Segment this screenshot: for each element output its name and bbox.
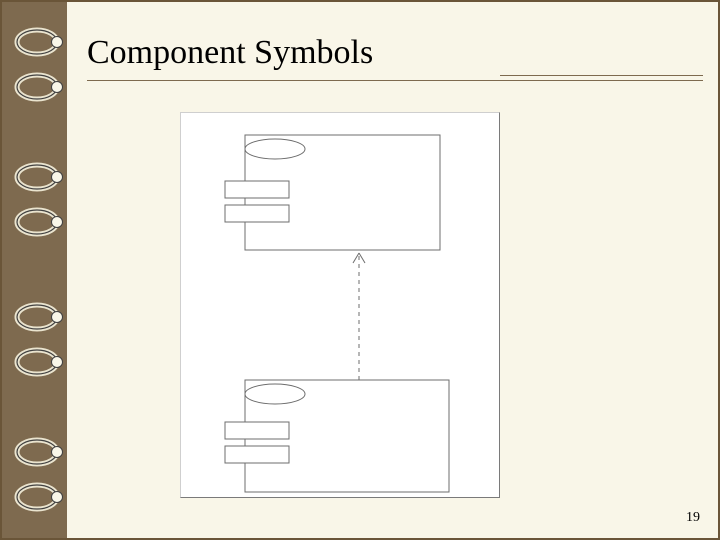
binder-ring-icon [5, 342, 65, 382]
page-number: 19 [686, 510, 700, 526]
binder-ring-icon [5, 477, 65, 517]
title-rule-upper [500, 75, 703, 76]
slide-frame: Component Symbols 19 [0, 0, 720, 540]
binder-ring-icon [5, 157, 65, 197]
binder-ring-icon [5, 202, 65, 242]
slide-title: Component Symbols [87, 34, 373, 72]
component-diagram [180, 112, 500, 498]
binder-ring-icon [5, 22, 65, 62]
binder-ring-icon [5, 67, 65, 107]
binder-ring-icon [5, 297, 65, 337]
title-rule [87, 80, 703, 81]
diagram-svg [181, 113, 499, 497]
binder-ring-icon [5, 432, 65, 472]
